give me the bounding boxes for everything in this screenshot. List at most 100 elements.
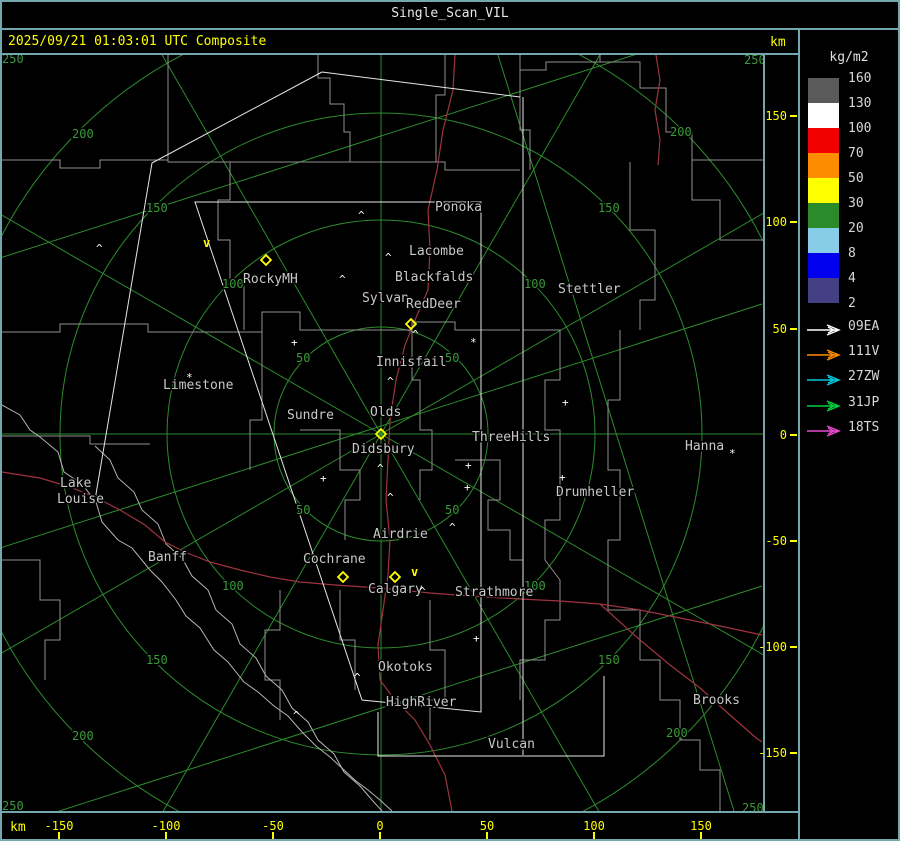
bottom-axis-label: 0 bbox=[376, 819, 384, 833]
scale-color-block bbox=[808, 203, 839, 228]
city-label: Sundre bbox=[287, 408, 334, 423]
plu-marker-icon: + bbox=[473, 632, 480, 645]
scale-color-block bbox=[808, 103, 839, 128]
city-label: Stettler bbox=[558, 282, 621, 297]
ring-distance-label: 50 bbox=[296, 503, 310, 517]
radar-arrow-icon bbox=[806, 321, 844, 336]
caret-marker-icon: ^ bbox=[354, 671, 361, 684]
legend-unit-label: kg/m2 bbox=[829, 50, 869, 65]
right-axis-label: 150 bbox=[765, 109, 787, 123]
plu-marker-icon: + bbox=[320, 472, 327, 485]
ring-distance-label: 200 bbox=[72, 729, 94, 743]
right-axis-label: 50 bbox=[772, 322, 787, 336]
highway-line bbox=[389, 588, 763, 636]
bottom-axis-label: 50 bbox=[479, 819, 495, 833]
plu-marker-icon: + bbox=[562, 396, 569, 409]
city-label: RedDeer bbox=[406, 297, 461, 312]
scale-value-label: 30 bbox=[848, 196, 864, 211]
city-label: Lacombe bbox=[409, 244, 464, 259]
scale-value-label: 100 bbox=[848, 121, 872, 136]
right-axis-tick bbox=[790, 115, 797, 117]
ring-distance-label: 150 bbox=[146, 201, 168, 215]
bottom-axis-tick bbox=[58, 832, 60, 839]
scale-value-label: 50 bbox=[848, 171, 864, 186]
radar-id-label: 111V bbox=[848, 344, 880, 359]
city-label: Airdrie bbox=[373, 527, 428, 542]
bottom-axis-label: -150 bbox=[44, 819, 74, 833]
city-label: Strathmore bbox=[455, 585, 533, 600]
bottom-axis-label: 150 bbox=[690, 819, 712, 833]
bottom-axis-tick bbox=[593, 832, 595, 839]
radar-site-diamond-icon bbox=[336, 570, 350, 584]
right-axis-label: -150 bbox=[758, 746, 787, 760]
city-label: Banff bbox=[148, 550, 187, 565]
plu-marker-icon: + bbox=[559, 471, 566, 484]
ring-distance-label: 50 bbox=[445, 503, 459, 517]
caret-marker-icon: ^ bbox=[293, 709, 300, 722]
scan-sector-outline bbox=[321, 71, 521, 98]
right-axis-label: 0 bbox=[779, 428, 787, 442]
right-axis-tick bbox=[790, 752, 797, 754]
right-axis-label: -50 bbox=[765, 534, 787, 548]
radar-arrow-icon bbox=[806, 346, 844, 361]
plu-marker-icon: + bbox=[291, 336, 298, 349]
azimuth-radial bbox=[2, 214, 382, 435]
scale-value-label: 2 bbox=[848, 296, 856, 311]
ring-distance-label: 50 bbox=[445, 351, 459, 365]
county-boundary bbox=[600, 61, 763, 161]
radar-id-label: 31JP bbox=[848, 395, 880, 410]
ring-distance-label: 250 bbox=[2, 55, 24, 66]
city-label: Drumheller bbox=[556, 485, 634, 500]
caret-marker-icon: ^ bbox=[419, 585, 426, 598]
graticule-line bbox=[2, 55, 636, 258]
right-axis-label: 100 bbox=[765, 215, 787, 229]
plu-marker-icon: + bbox=[464, 481, 471, 494]
scale-value-label: 70 bbox=[848, 146, 864, 161]
city-label: Olds bbox=[370, 405, 401, 420]
city-label: Didsbury bbox=[352, 442, 415, 457]
city-label: Cochrane bbox=[303, 552, 366, 567]
county-boundary bbox=[608, 609, 721, 811]
caret-marker-icon: ^ bbox=[358, 209, 365, 222]
scale-value-label: 20 bbox=[848, 221, 864, 236]
scale-value-label: 160 bbox=[848, 71, 872, 86]
radar-site-diamond-icon bbox=[259, 253, 273, 267]
caret-marker-icon: ^ bbox=[387, 375, 394, 388]
bottom-axis-tick bbox=[486, 832, 488, 839]
caret-marker-icon: ^ bbox=[377, 462, 384, 475]
scale-color-block bbox=[808, 278, 839, 303]
city-label: Limestone bbox=[163, 378, 234, 393]
asterisk-marker-icon: * bbox=[729, 447, 736, 460]
bottom-axis-tick bbox=[379, 832, 381, 839]
highway-line bbox=[599, 603, 763, 743]
radar-arrow-icon bbox=[806, 397, 844, 412]
timestamp-label: 2025/09/21 01:03:01 UTC Composite bbox=[8, 34, 267, 49]
county-boundary bbox=[2, 435, 150, 445]
radar-site-diamond-icon bbox=[388, 570, 402, 584]
bottom-axis-tick bbox=[165, 832, 167, 839]
caret-marker-icon: ^ bbox=[96, 242, 103, 255]
right-axis-tick bbox=[790, 328, 797, 330]
caret-marker-icon: ^ bbox=[339, 273, 346, 286]
city-label: Blackfalds bbox=[395, 270, 473, 285]
right-axis-tick bbox=[790, 434, 797, 436]
park-boundary bbox=[94, 445, 383, 811]
county-boundary bbox=[249, 332, 263, 470]
radar-id-label: 09EA bbox=[848, 319, 880, 334]
city-label: Lake bbox=[60, 476, 91, 491]
ring-distance-label: 250 bbox=[2, 799, 24, 811]
ring-distance-label: 100 bbox=[524, 277, 546, 291]
county-boundary bbox=[691, 160, 763, 241]
ring-distance-label: 100 bbox=[222, 277, 244, 291]
ring-distance-label: 50 bbox=[296, 351, 310, 365]
title-bar[interactable]: Single_Scan_VIL bbox=[0, 0, 900, 26]
ring-distance-label: 250 bbox=[742, 801, 763, 811]
county-boundary bbox=[317, 55, 351, 162]
city-label: Ponoka bbox=[435, 200, 482, 215]
azimuth-radial bbox=[380, 433, 763, 656]
county-boundary bbox=[629, 162, 656, 330]
right-axis-label: -100 bbox=[758, 640, 787, 654]
city-label: Hanna bbox=[685, 439, 724, 454]
azimuth-radial bbox=[162, 433, 382, 811]
radar-map[interactable]: 50 5050 50100 100100 100150 150150 150200 20020… bbox=[2, 55, 763, 811]
